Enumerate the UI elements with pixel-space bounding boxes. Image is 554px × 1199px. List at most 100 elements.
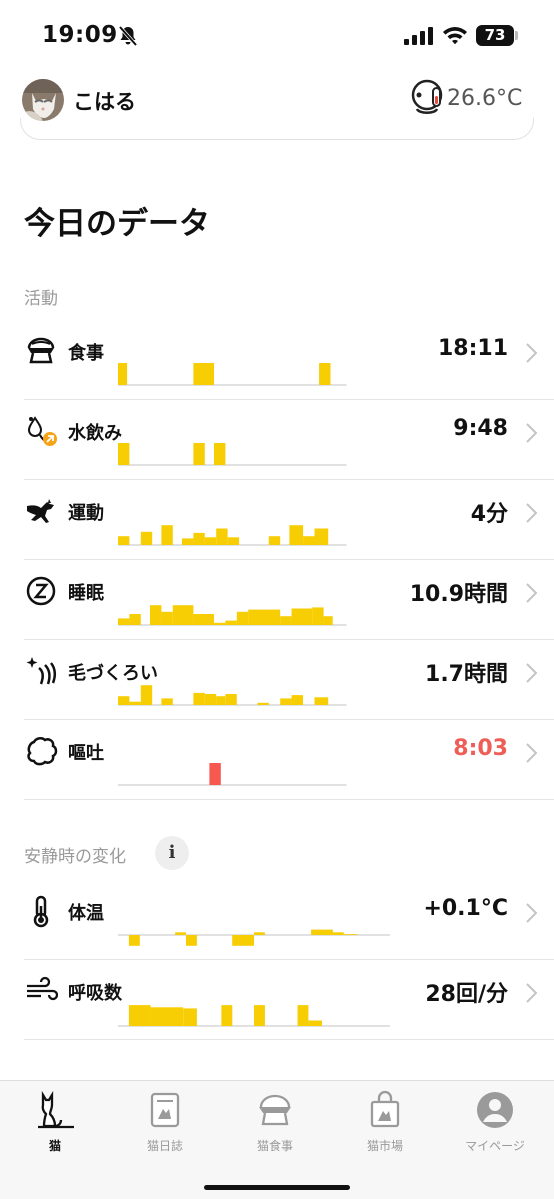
divider [24,1039,554,1040]
chart-bar [214,443,226,465]
chart-bar [186,935,197,946]
tab-label: 猫日誌 [146,1139,183,1153]
chart-bar [118,443,130,465]
metric-value: 4分 [470,502,508,527]
grooming-icon [26,657,56,685]
chevron-right-icon [526,583,538,603]
row-meal[interactable]: 食事 18:11 [0,320,554,400]
device-sensor-icon[interactable] [408,78,446,118]
chart-bar [308,1020,322,1026]
chart-bar [118,696,130,705]
activity-chart [118,929,390,946]
chart-bar [303,536,315,545]
row-drinking[interactable]: 水飲み 9:48 [0,400,554,480]
chart-bar [314,697,329,705]
chart-bar [319,363,331,385]
chart-bar [323,616,333,625]
water-drop-icon [27,416,57,446]
chart-bar [128,1005,151,1026]
row-sleep[interactable]: 睡眠 10.9時間 [0,560,554,640]
battery-icon: 73 [476,25,514,46]
chart-bar [221,1005,233,1026]
row-grooming[interactable]: 毛づくろい 1.7時間 [0,640,554,720]
activity-chart [118,605,347,626]
activity-group-label: 活動 [24,289,58,309]
activity-chart [118,685,347,706]
wifi-icon [443,27,467,45]
chart-bar [216,696,226,705]
chart-bar [182,538,194,545]
chart-bar [225,620,237,625]
tab-meal[interactable]: 猫食事 [220,1087,330,1159]
chart-bar [193,443,205,465]
activity-chart [118,443,347,466]
chart-bar [193,532,205,545]
bell-muted-icon [118,25,138,47]
card-bottom-edge [20,118,534,140]
metric-label: 体温 [68,903,104,924]
tab-label: 猫 [48,1139,61,1153]
vomit-icon [27,737,58,766]
chevron-right-icon [526,423,538,443]
thermometer-icon [33,895,49,928]
metric-label: 食事 [68,343,104,364]
food-bowl-icon [27,337,55,364]
chart-bar [129,701,141,705]
row-vomit[interactable]: 嘔吐 8:03 [0,720,554,800]
chart-bar [236,611,249,625]
metric-value: +0.1°C [423,896,508,921]
chevron-right-icon [526,903,538,923]
chart-bar [140,685,153,705]
running-cat-icon [27,499,54,523]
activity-chart [118,363,347,386]
chart-bar [193,363,214,385]
chart-bar [311,929,333,935]
cat-name[interactable]: こはる [73,86,136,116]
tab-diary[interactable]: 猫日誌 [110,1087,220,1159]
chart-bar [254,1005,265,1026]
row-body-temperature[interactable]: 体温 +0.1°C [0,880,554,960]
chart-bar [193,692,205,705]
chevron-right-icon [526,343,538,363]
chevron-right-icon [526,983,538,1003]
page-title: 今日のデータ [24,206,210,242]
cat-icon [38,1090,74,1129]
chart-bar [204,537,217,545]
battery-tip [515,31,518,40]
tab-market[interactable]: 猫市場 [330,1087,440,1159]
chart-bar [291,608,313,625]
metric-label: 呼吸数 [68,983,122,1004]
chevron-right-icon [526,663,538,683]
divider [24,799,554,800]
tab-label: 猫食事 [256,1139,293,1153]
chart-bar [280,698,292,705]
metric-value: 8:03 [453,736,508,761]
row-respiration[interactable]: 呼吸数 28回/分 [0,960,554,1040]
diary-icon [150,1092,180,1128]
signal-icon [404,27,433,45]
profile-icon [477,1092,513,1128]
row-exercise[interactable]: 運動 4分 [0,480,554,560]
avatar[interactable] [22,79,64,121]
chart-bar [140,531,153,545]
status-time: 19:09 [42,22,118,48]
chart-bar [161,611,173,625]
tab-label: 猫市場 [366,1139,403,1153]
chart-bar [118,363,128,385]
metric-label: 運動 [68,503,104,524]
tab-mypage[interactable]: マイページ [440,1087,550,1159]
metric-value: 18:11 [437,336,508,361]
tab-cat[interactable]: 猫 [0,1087,110,1159]
metric-label: 嘔吐 [68,743,104,764]
chart-bar [214,622,226,625]
chart-bar [291,695,303,705]
chart-bar [343,934,358,935]
info-icon[interactable]: i [155,836,189,870]
metric-value: 28回/分 [425,982,508,1007]
chart-bar [161,525,173,545]
chart-bar [175,932,186,935]
activity-chart [118,763,347,786]
chart-bar [172,605,194,625]
chart-bar [225,694,237,705]
metric-value: 1.7時間 [425,662,508,687]
